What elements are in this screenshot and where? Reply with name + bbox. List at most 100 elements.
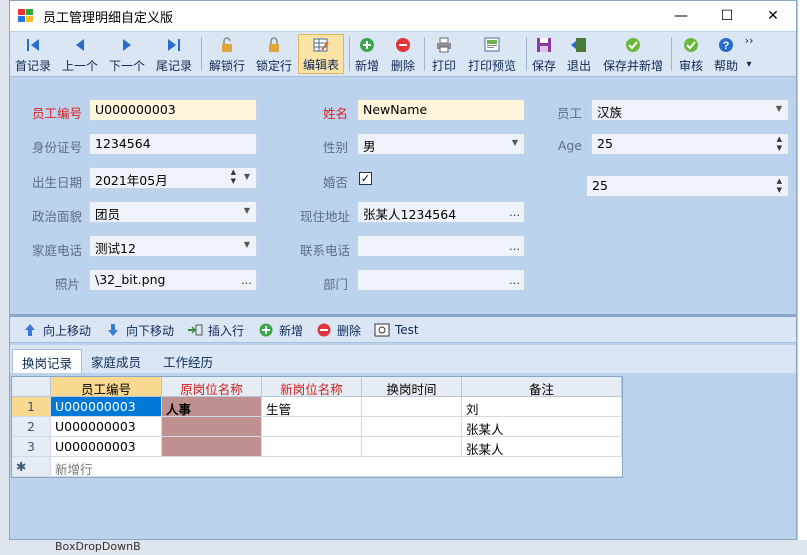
id-field[interactable]: 1234564: [89, 133, 257, 155]
toolbar-overflow-button[interactable]: ›› ▾: [743, 34, 755, 74]
cell-emp-no[interactable]: U000000003: [51, 397, 162, 417]
save-and-new-button[interactable]: 保存并新增: [601, 34, 665, 74]
address-field[interactable]: 张某人1234564 …: [357, 201, 525, 223]
next-button[interactable]: 下一个: [108, 34, 146, 74]
save-label: 保存: [531, 59, 556, 73]
employee-form: 员工编号 U000000003 姓名 NewName 员工 汉族 ▼ 身份证号 1…: [10, 78, 796, 314]
move-up-button[interactable]: 向上移动: [22, 321, 91, 339]
cell-emp-no[interactable]: U000000003: [51, 437, 162, 457]
new-row[interactable]: ✱ 新增行: [12, 457, 622, 477]
gender-label: 性别: [322, 140, 348, 155]
cell-transfer-time[interactable]: [362, 397, 462, 417]
photo-label: 照片: [54, 277, 80, 292]
contact-field[interactable]: …: [357, 235, 525, 257]
married-checkbox[interactable]: ✓: [359, 172, 372, 185]
cell-new-post[interactable]: [262, 437, 362, 457]
staff-value: 汉族: [597, 105, 623, 120]
ellipsis-icon[interactable]: …: [509, 206, 520, 219]
cell-transfer-time[interactable]: [362, 417, 462, 437]
cell-old-post[interactable]: [162, 417, 262, 437]
cell-old-post[interactable]: 人事: [162, 397, 262, 417]
dept-field[interactable]: …: [357, 269, 525, 291]
tab-work-history[interactable]: 工作经历: [154, 349, 222, 373]
cell-new-post[interactable]: [262, 417, 362, 437]
cell-note[interactable]: 张某人: [462, 417, 622, 437]
new-row-placeholder[interactable]: 新增行: [51, 457, 622, 477]
col-header-new-post[interactable]: 新岗位名称: [262, 377, 362, 397]
first-record-button[interactable]: 首记录: [14, 34, 52, 74]
row-number[interactable]: 1: [12, 397, 51, 417]
cell-note[interactable]: 张某人: [462, 437, 622, 457]
age-value: 25: [597, 136, 613, 151]
cell-emp-no[interactable]: U000000003: [51, 417, 162, 437]
toolbar-separator: [424, 37, 425, 71]
spin-arrows-icon[interactable]: ▲ ▼: [231, 168, 236, 186]
grid-corner[interactable]: [12, 377, 51, 397]
edit-table-label: 编辑表: [302, 58, 339, 72]
delete-icon: [394, 36, 412, 54]
chevron-down-icon: ▼: [243, 206, 250, 215]
politics-value: 团员: [95, 207, 121, 222]
save-button[interactable]: 保存: [530, 34, 558, 74]
minimize-button[interactable]: —: [658, 1, 704, 31]
chevron-down-icon: ▼: [243, 172, 250, 181]
add-button[interactable]: 新增: [353, 34, 381, 74]
politics-dropdown[interactable]: 团员 ▼: [89, 201, 257, 223]
spin-arrows-icon[interactable]: ▲ ▼: [777, 177, 782, 195]
delete-label: 删除: [390, 59, 415, 73]
photo-field[interactable]: \32_bit.png…: [89, 269, 257, 291]
move-down-button[interactable]: 向下移动: [105, 321, 174, 339]
table-row[interactable]: 1 U000000003 人事 生管 刘: [12, 397, 622, 417]
col-header-transfer-time[interactable]: 换岗时间: [362, 377, 462, 397]
edit-table-button[interactable]: 编辑表: [298, 34, 344, 74]
gender-dropdown[interactable]: 男 ▼: [357, 133, 525, 155]
ellipsis-icon[interactable]: …: [241, 274, 252, 287]
title-bar[interactable]: 员工管理明细自定义版 — ☐ ✕: [10, 1, 796, 31]
lock-row-button[interactable]: 锁定行: [254, 34, 294, 74]
ellipsis-icon[interactable]: …: [509, 240, 520, 253]
delete-button[interactable]: 删除: [389, 34, 417, 74]
last-record-label: 尾记录: [155, 59, 192, 73]
table-row[interactable]: 3 U000000003 张某人: [12, 437, 622, 457]
cell-new-post[interactable]: 生管: [262, 397, 362, 417]
unlock-row-button[interactable]: 解锁行: [207, 34, 247, 74]
detail-add-button[interactable]: 新增: [258, 321, 303, 339]
col-header-emp-no[interactable]: 员工编号: [51, 377, 162, 397]
table-row[interactable]: 2 U000000003 张某人: [12, 417, 622, 437]
address-value: 张某人1234564: [363, 207, 457, 222]
spin-arrows-icon[interactable]: ▲ ▼: [777, 135, 782, 153]
row-number[interactable]: 2: [12, 417, 51, 437]
arrow-up-icon: [22, 322, 38, 338]
emp-no-field[interactable]: U000000003: [89, 99, 257, 121]
transfer-grid: 员工编号 原岗位名称 新岗位名称 换岗时间 备注 1 U000000003 人事…: [11, 376, 623, 478]
col-header-old-post[interactable]: 原岗位名称: [162, 377, 262, 397]
cell-old-post[interactable]: [162, 437, 262, 457]
print-preview-button[interactable]: 打印预览: [466, 34, 518, 74]
first-record-label: 首记录: [14, 59, 51, 73]
more-icon: ▾: [746, 59, 752, 70]
name-field[interactable]: NewName: [357, 99, 525, 121]
ellipsis-icon[interactable]: …: [509, 274, 520, 287]
col-header-note[interactable]: 备注: [462, 377, 622, 397]
cell-note[interactable]: 刘: [462, 397, 622, 417]
audit-button[interactable]: 审核: [677, 34, 705, 74]
phone-dropdown[interactable]: 测试12 ▼: [89, 235, 257, 257]
age-secondary-field[interactable]: 25 ▲ ▼: [586, 175, 789, 197]
test-button[interactable]: Test: [374, 321, 419, 339]
staff-dropdown[interactable]: 汉族 ▼: [591, 99, 789, 121]
print-button[interactable]: 打印: [430, 34, 458, 74]
tab-family-members[interactable]: 家庭成员: [82, 349, 150, 373]
tab-transfer-records[interactable]: 换岗记录: [12, 349, 83, 373]
close-button[interactable]: ✕: [750, 1, 796, 31]
exit-button[interactable]: 退出: [565, 34, 593, 74]
help-button[interactable]: ? 帮助: [712, 34, 740, 74]
insert-row-button[interactable]: 插入行: [187, 321, 244, 339]
last-record-button[interactable]: 尾记录: [154, 34, 194, 74]
birth-date-picker[interactable]: 2021年05月 ▲ ▼ ▼: [89, 167, 257, 189]
age-field[interactable]: 25 ▲ ▼: [591, 133, 789, 155]
maximize-button[interactable]: ☐: [704, 1, 750, 31]
row-number[interactable]: 3: [12, 437, 51, 457]
cell-transfer-time[interactable]: [362, 437, 462, 457]
detail-delete-button[interactable]: 删除: [316, 321, 361, 339]
prev-button[interactable]: 上一个: [61, 34, 99, 74]
